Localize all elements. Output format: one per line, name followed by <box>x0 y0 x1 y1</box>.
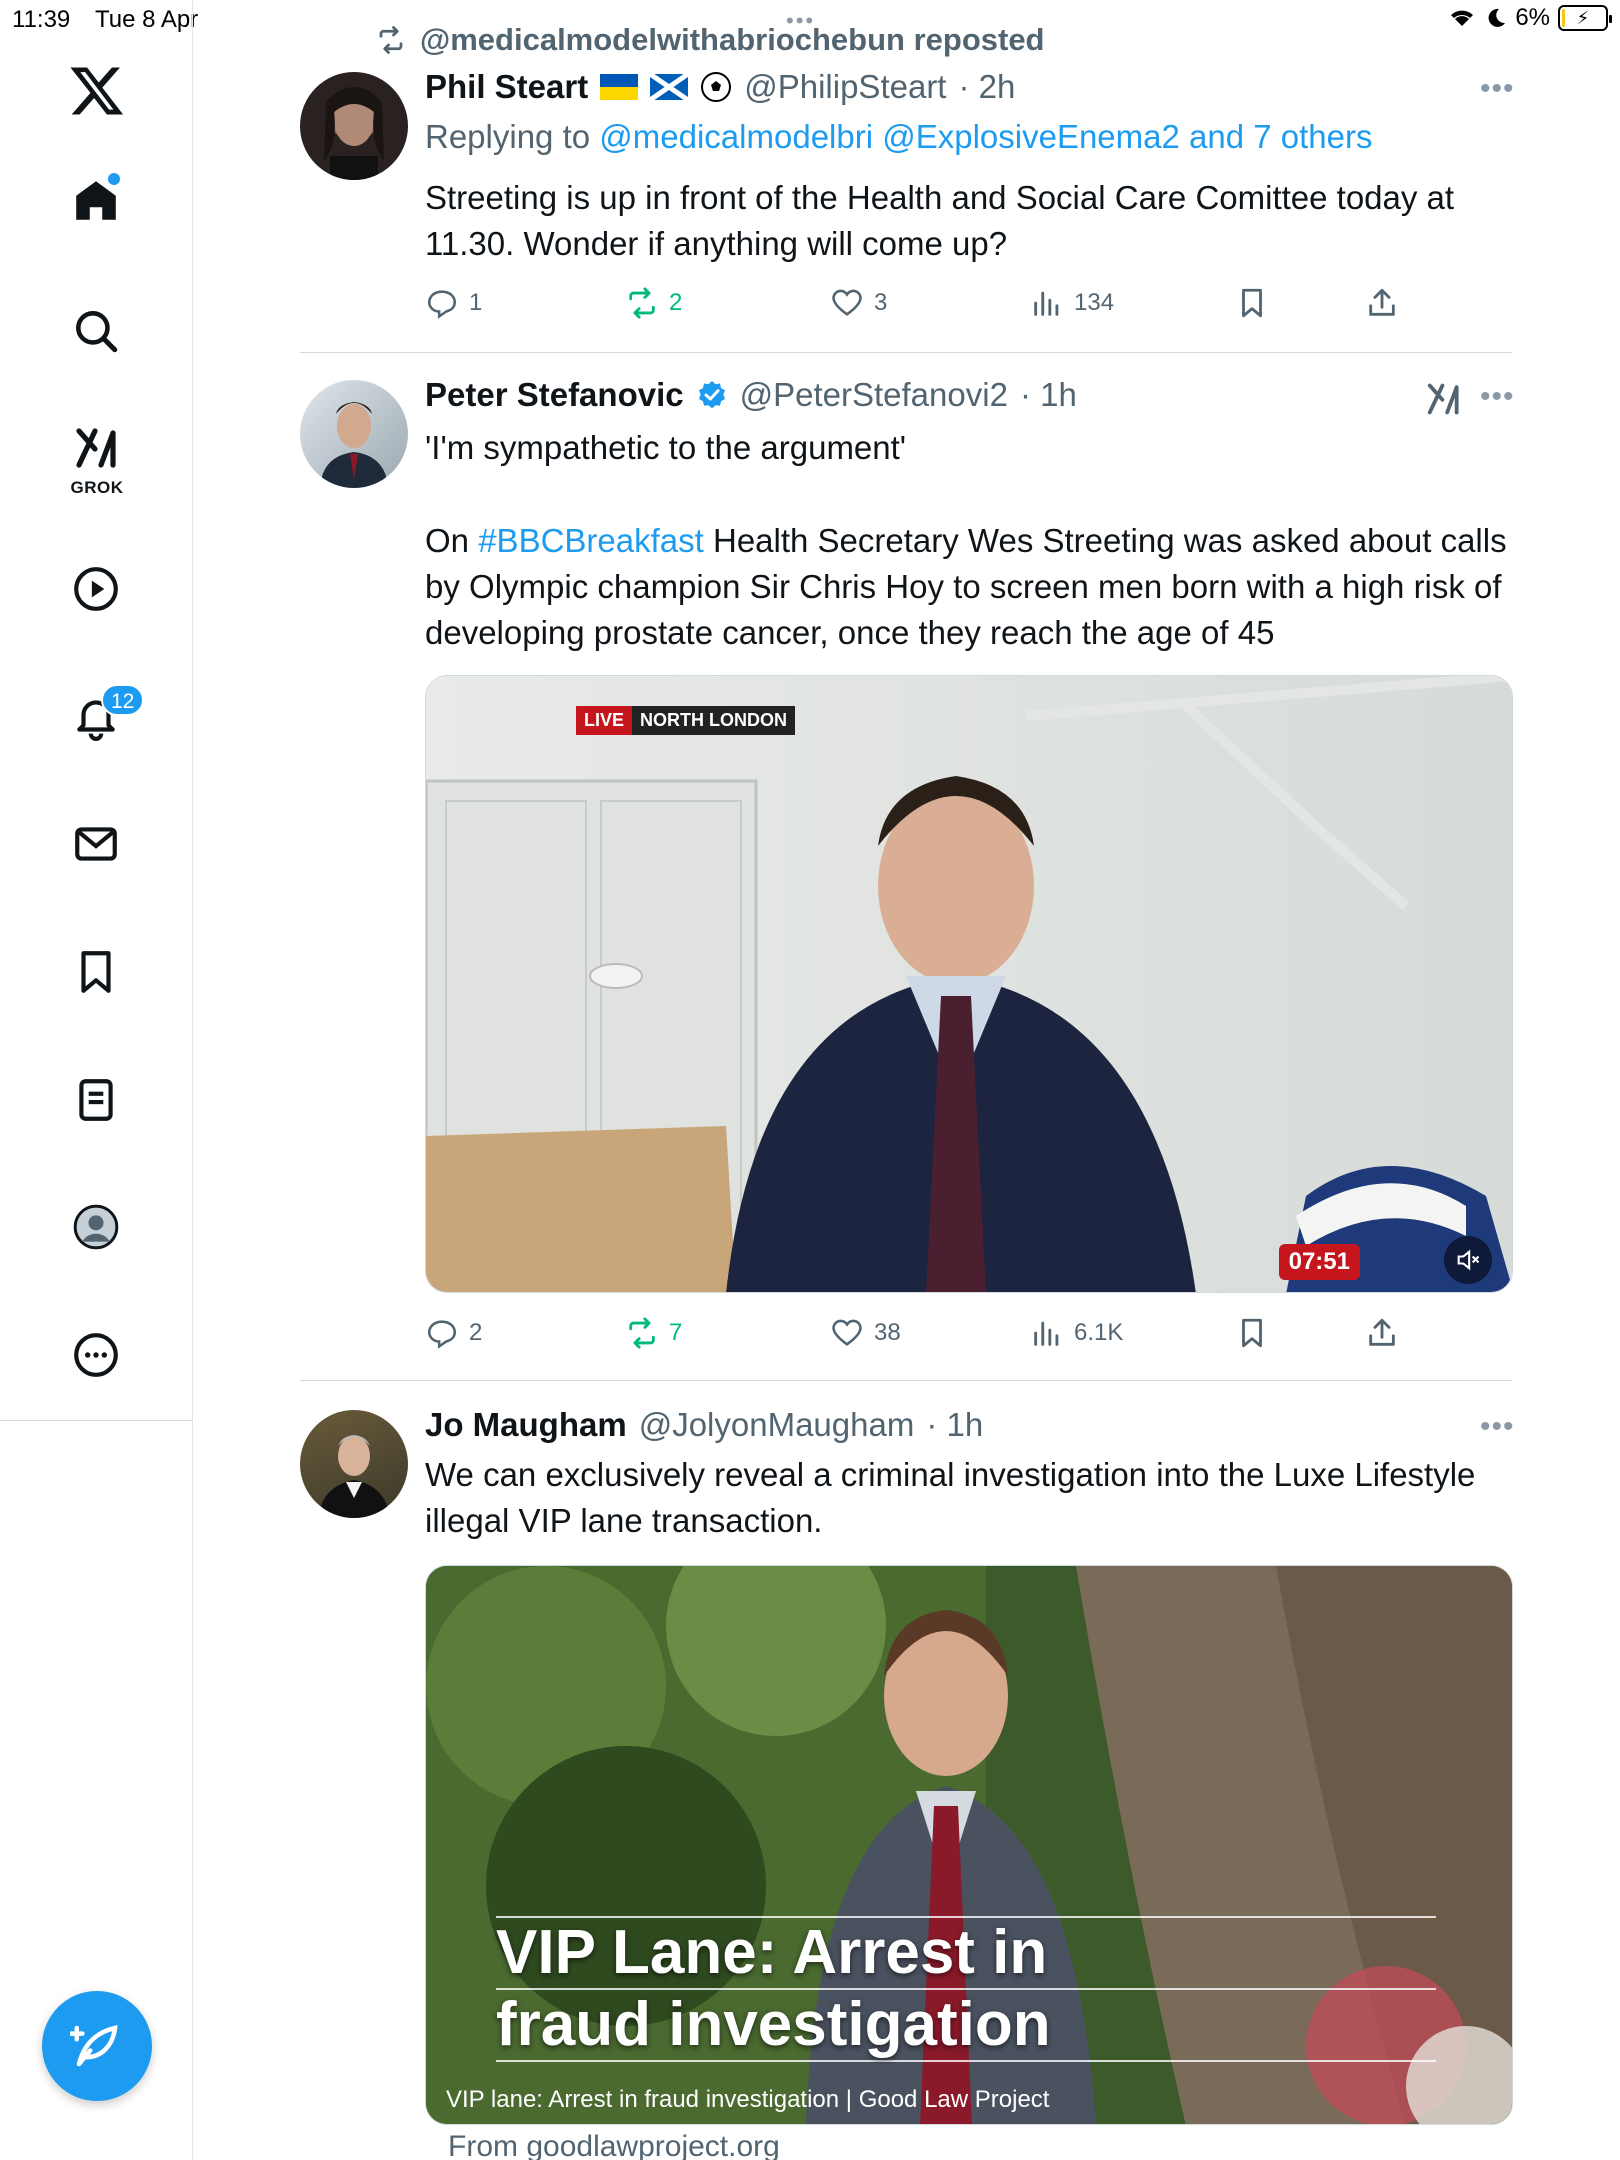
video-frame <box>426 676 1512 1292</box>
card-headline-line-1: VIP Lane: Arrest in <box>496 1916 1436 1990</box>
scotland-flag-icon <box>650 74 689 100</box>
battery-level <box>1562 9 1565 27</box>
views-chart-icon <box>1034 291 1059 316</box>
bookmark-button[interactable] <box>1235 1316 1269 1350</box>
video-player[interactable]: LIVE NORTH LONDON 07:51 <box>425 675 1513 1293</box>
share-icon <box>1369 1318 1395 1346</box>
avatar[interactable] <box>300 380 408 488</box>
card-source[interactable]: From goodlawproject.org <box>448 2130 780 2160</box>
battery-icon: ⚡ <box>1558 5 1612 31</box>
share-button[interactable] <box>1365 1316 1399 1350</box>
views-count: 6.1K <box>1074 1319 1124 1346</box>
author-handle[interactable]: @JolyonMaugham <box>639 1406 915 1444</box>
views-count: 134 <box>1074 289 1115 316</box>
like-button[interactable]: 3 <box>830 286 887 320</box>
views-button[interactable]: 134 <box>1030 286 1114 320</box>
repost-icon <box>629 287 655 319</box>
share-button[interactable] <box>1365 286 1399 320</box>
grok-explain-icon[interactable] <box>1425 380 1463 418</box>
card-caption: VIP lane: Arrest in fraud investigation … <box>446 2086 1050 2113</box>
location-tag: NORTH LONDON <box>632 706 796 735</box>
tweet-text: Streeting is up in front of the Health a… <box>425 179 1455 262</box>
like-count: 38 <box>874 1319 901 1346</box>
moon-icon <box>1488 8 1506 27</box>
repost-button[interactable]: 2 <box>625 286 682 320</box>
muted-speaker-icon <box>1457 1249 1480 1271</box>
author-name[interactable]: Jo Maugham <box>425 1406 627 1444</box>
views-button[interactable]: 6.1K <box>1030 1316 1123 1350</box>
like-button[interactable]: 38 <box>830 1316 901 1350</box>
live-tag: LIVE <box>576 706 633 735</box>
post-time: · 1h <box>926 1406 984 1443</box>
author-name[interactable]: Peter Stefanovic <box>425 376 684 414</box>
like-count: 3 <box>874 289 888 316</box>
reply-prefix: Replying to <box>425 118 591 155</box>
avatar[interactable] <box>300 1410 408 1518</box>
author-name[interactable]: Phil Steart <box>425 68 588 106</box>
author-handle[interactable]: @PeterStefanovi2 <box>740 376 1008 414</box>
tweet-divider <box>300 1380 1512 1381</box>
reply-count: 1 <box>469 289 483 316</box>
post-time: · 1h <box>1019 376 1077 413</box>
verified-badge-icon <box>698 381 725 409</box>
tweet-actions: 1 2 3 134 <box>425 286 1425 326</box>
repost-icon <box>379 26 403 54</box>
repost-count: 7 <box>669 1319 683 1346</box>
tweet-text: On #BBCBreakfast Health Secretary Wes St… <box>425 518 1515 656</box>
more-options-icon[interactable]: ••• <box>1480 1410 1515 1444</box>
tweet-divider <box>300 352 1512 353</box>
football-icon <box>701 72 732 102</box>
heart-icon <box>832 1319 862 1346</box>
card-headline: VIP Lane: Arrest in fraud investigation <box>496 1916 1436 2062</box>
more-options-icon[interactable]: ••• <box>1480 72 1515 106</box>
tweet-text-quote: 'I'm sympathetic to the argument' <box>425 429 907 466</box>
avatar[interactable] <box>300 72 408 180</box>
tweet-header: Peter Stefanovic @PeterStefanovi2 · 1h <box>425 376 1077 414</box>
timeline: @medicalmodelwithabriochebun reposted Ph… <box>0 0 1514 2160</box>
views-chart-icon <box>1034 1321 1059 1346</box>
mute-button[interactable] <box>1444 1236 1492 1284</box>
bookmark-icon <box>1242 1318 1262 1348</box>
tweet-header: Phil Steart @PhilipSteart · 2h <box>425 68 1015 106</box>
link-card[interactable]: VIP Lane: Arrest in fraud investigation … <box>425 1565 1513 2125</box>
wifi-icon <box>1451 10 1474 26</box>
live-banner: LIVE NORTH LONDON <box>576 706 796 735</box>
tweet-text-prefix: On <box>425 522 470 559</box>
charging-bolt-icon: ⚡ <box>1576 8 1590 28</box>
reply-count: 2 <box>469 1319 483 1346</box>
bookmark-button[interactable] <box>1235 286 1269 320</box>
heart-icon <box>832 289 862 316</box>
bookmark-icon <box>1242 288 1262 318</box>
reply-icon <box>427 1320 457 1349</box>
tweet-actions: 2 7 38 6.1K <box>425 1316 1425 1356</box>
post-time: · 2h <box>958 68 1016 105</box>
reply-button[interactable]: 2 <box>425 1316 482 1350</box>
card-headline-line-2: fraud investigation <box>496 1990 1436 2062</box>
reply-targets-link[interactable]: @medicalmodelbri @ExplosiveEnema2 and 7 … <box>599 118 1372 155</box>
reply-button[interactable]: 1 <box>425 286 482 320</box>
reply-context: Replying to @medicalmodelbri @ExplosiveE… <box>425 118 1373 156</box>
more-options-icon[interactable]: ••• <box>1480 380 1515 414</box>
video-duration: 07:51 <box>1278 1244 1360 1280</box>
repost-count: 2 <box>669 289 683 316</box>
repost-icon <box>629 1317 655 1349</box>
hashtag-link[interactable]: #BBCBreakfast <box>478 522 704 559</box>
ukraine-flag-icon <box>600 74 639 100</box>
repost-header-text: @medicalmodelwithabriochebun reposted <box>420 22 1045 57</box>
reply-icon <box>427 290 457 319</box>
battery-percent: 6% <box>1515 4 1550 31</box>
share-icon <box>1369 288 1395 316</box>
tweet-text: We can exclusively reveal a criminal inv… <box>425 1456 1476 1539</box>
repost-button[interactable]: 7 <box>625 1316 682 1350</box>
repost-header[interactable]: @medicalmodelwithabriochebun reposted <box>376 22 1045 58</box>
author-handle[interactable]: @PhilipSteart <box>744 68 946 106</box>
tweet-header: Jo Maugham @JolyonMaugham · 1h <box>425 1406 983 1444</box>
